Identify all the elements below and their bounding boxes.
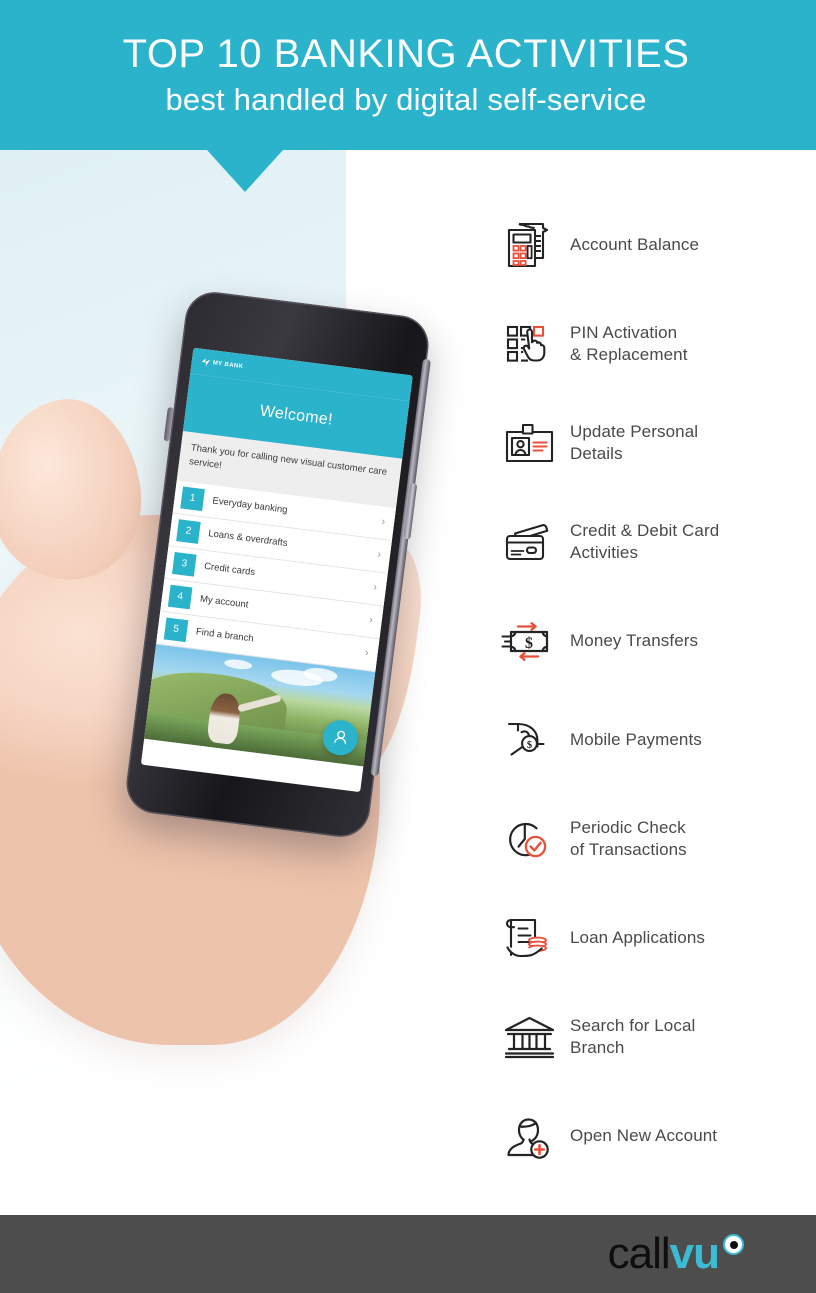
app-menu-number: 4 [167,584,193,609]
app-menu-list: 1 Everyday banking › 2 Loans & overdraft… [156,480,397,672]
header-banner: TOP 10 BANKING ACTIVITIES best handled b… [0,0,816,150]
activity-item-mobile-payments[interactable]: $ Mobile Payments [490,690,816,789]
activity-label: PIN Activation & Replacement [570,322,688,364]
infographic-canvas: TOP 10 BANKING ACTIVITIES best handled b… [0,0,816,1293]
activity-label: Update Personal Details [570,421,699,463]
person-plus-icon [490,1100,570,1172]
header-text-block: TOP 10 BANKING ACTIVITIES best handled b… [0,0,816,150]
page-title: TOP 10 BANKING ACTIVITIES [122,31,690,76]
activity-label: Mobile Payments [570,729,702,749]
svg-text:$: $ [525,634,533,651]
app-menu-number: 5 [163,617,189,642]
activity-label: Account Balance [570,234,700,254]
activity-label: Open New Account [570,1125,718,1145]
eye-icon [723,1234,744,1255]
app-menu-number: 2 [176,518,201,544]
chevron-right-icon: › [376,548,382,561]
footer-bar: call vu [0,1215,816,1293]
credit-cards-icon [490,506,570,578]
pin-keypad-hand-icon [490,308,570,380]
brand-text-vu: vu [669,1229,720,1278]
svg-text:$: $ [527,740,532,751]
chevron-right-icon: › [364,646,370,660]
banknote-transfer-icon: $ [490,605,570,677]
activity-label: Search for Local Branch [570,1015,696,1057]
smartphone: MY BANK Welcome! Thank you for calling n… [123,288,432,841]
activity-label: Periodic Check of Transactions [570,817,687,859]
activity-item-update-details[interactable]: Update Personal Details [490,393,816,492]
activities-list: Account Balance PIN Activation & Replace… [490,195,816,1185]
hand-coin-icon: $ [490,704,570,776]
chevron-right-icon: › [368,613,374,627]
app-brand-label: MY BANK [212,360,244,371]
cloud-shape [223,657,253,671]
activity-item-periodic-check[interactable]: Periodic Check of Transactions [490,789,816,888]
activity-item-open-account[interactable]: Open New Account [490,1086,816,1185]
activity-item-account-balance[interactable]: Account Balance [490,195,816,294]
page-subtitle: best handled by digital self-service [165,81,647,117]
activity-label: Loan Applications [570,927,705,947]
document-coins-hand-icon [490,902,570,974]
activity-item-card-activities[interactable]: Credit & Debit Card Activities [490,492,816,591]
activity-item-loan-applications[interactable]: Loan Applications [490,888,816,987]
calculator-receipt-icon [490,209,570,281]
chevron-right-icon: › [380,515,386,529]
callvu-logo[interactable]: call vu [608,1232,744,1276]
brand-text-call: call [607,1229,671,1278]
activity-item-money-transfers[interactable]: $ Money Transfers [490,591,816,690]
activity-item-pin-activation[interactable]: PIN Activation & Replacement [490,294,816,393]
id-card-icon [490,407,570,479]
clock-check-icon [490,803,570,875]
activity-item-search-branch[interactable]: Search for Local Branch [490,987,816,1086]
app-welcome-title: Welcome! [258,402,334,429]
bank-building-icon [490,1001,570,1073]
chevron-right-icon: › [372,581,378,594]
activity-label: Money Transfers [570,630,699,650]
bank-logo-icon [201,358,210,367]
phone-in-hand-photo: MY BANK Welcome! Thank you for calling n… [0,280,470,1045]
app-menu-number: 1 [180,486,205,511]
header-notch-triangle [207,150,283,192]
app-menu-number: 3 [172,551,197,577]
activity-label: Credit & Debit Card Activities [570,520,720,562]
